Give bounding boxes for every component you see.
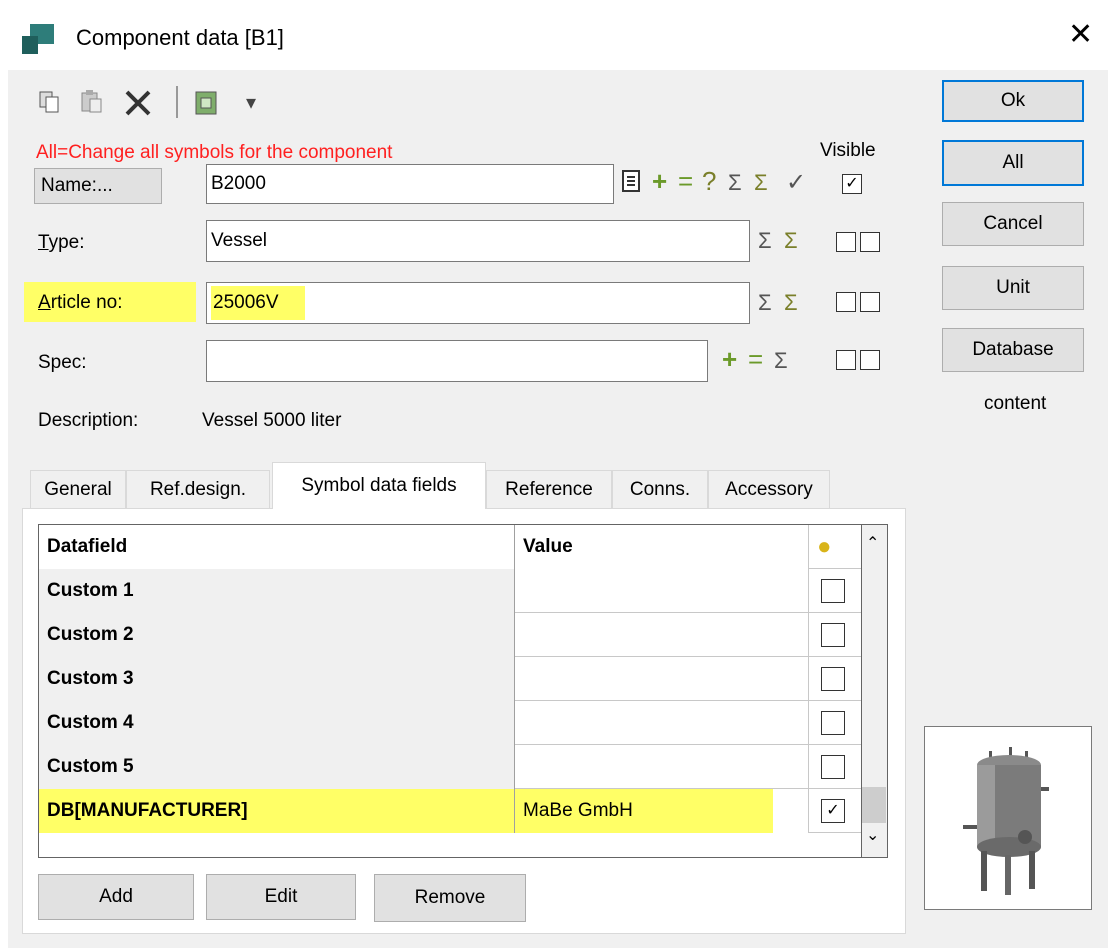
unit-button[interactable]: Unit <box>942 266 1084 310</box>
tab-symbol-data-fields[interactable]: Symbol data fields <box>272 462 486 509</box>
list-icon[interactable] <box>620 168 642 202</box>
header-value[interactable]: Value <box>515 525 809 569</box>
scroll-thumb[interactable] <box>862 787 886 823</box>
row-value[interactable] <box>515 613 809 657</box>
lightbulb-icon: ● <box>817 533 832 560</box>
row-value[interactable]: MaBe GmbH <box>515 789 809 833</box>
tab-reference[interactable]: Reference <box>486 470 612 508</box>
row-field: Custom 5 <box>39 745 515 789</box>
all-button[interactable]: All <box>942 140 1084 186</box>
tab-accessory[interactable]: Accessory <box>708 470 830 508</box>
table-row[interactable]: Custom 4 <box>39 701 861 745</box>
database-button[interactable]: Database <box>942 328 1084 372</box>
type-sum-check-icon[interactable]: Σ <box>784 226 798 256</box>
name-visible-checkbox[interactable]: ✓ <box>842 174 862 194</box>
spec-minus-icon[interactable]: = <box>748 344 763 374</box>
spec-checkbox-1[interactable] <box>836 350 856 370</box>
datafield-grid: Datafield Value ● Custom 1 Custom 2 Cust… <box>38 524 862 858</box>
tab-ref-design[interactable]: Ref.design. <box>126 470 270 508</box>
row-checkbox[interactable] <box>821 755 845 779</box>
toolbar-separator <box>176 86 178 118</box>
row-field: Custom 3 <box>39 657 515 701</box>
row-value[interactable] <box>515 657 809 701</box>
tab-general[interactable]: General <box>30 470 126 508</box>
table-row[interactable]: Custom 2 <box>39 613 861 657</box>
description-value: Vessel 5000 liter <box>202 410 342 431</box>
paste-icon[interactable] <box>78 88 106 118</box>
app-icon <box>20 22 60 56</box>
check-icon: ✓ <box>786 169 807 196</box>
table-row[interactable]: Custom 1 <box>39 569 861 613</box>
close-icon[interactable]: ✕ <box>1068 20 1093 50</box>
change-all-hint: All=Change all symbols for the component <box>36 142 393 163</box>
type-checkbox-2[interactable] <box>860 232 880 252</box>
row-field: Custom 1 <box>39 569 515 613</box>
remove-button[interactable]: Remove <box>374 874 526 922</box>
table-row[interactable]: DB[MANUFACTURER] MaBe GmbH ✓ <box>39 789 861 833</box>
minus-icon[interactable]: = <box>678 166 693 196</box>
help-icon[interactable]: ? <box>702 166 716 196</box>
article-sum-check-icon[interactable]: Σ <box>784 288 798 318</box>
row-checkbox[interactable]: ✓ <box>821 799 845 823</box>
spec-add-icon[interactable]: + <box>722 344 737 374</box>
row-value[interactable] <box>515 701 809 745</box>
header-datafield[interactable]: Datafield <box>39 525 515 569</box>
row-checkbox[interactable] <box>821 711 845 735</box>
row-value[interactable] <box>515 745 809 789</box>
row-checkbox[interactable] <box>821 667 845 691</box>
edit-button[interactable]: Edit <box>206 874 356 920</box>
row-checkbox[interactable] <box>821 579 845 603</box>
ok-button[interactable]: Ok <box>942 80 1084 122</box>
spec-sum-icon[interactable]: Σ <box>774 346 788 376</box>
row-checkbox[interactable] <box>821 623 845 647</box>
article-sum-icon[interactable]: Σ <box>758 288 772 318</box>
database-content-label: content <box>984 393 1047 414</box>
spec-field[interactable] <box>206 340 708 382</box>
sum-check-icon[interactable]: Σ <box>754 168 768 198</box>
name-button[interactable]: Name:... <box>34 168 162 204</box>
description-label: Description: <box>38 410 139 431</box>
article-field[interactable]: 25006V <box>206 282 750 324</box>
article-checkbox-2[interactable] <box>860 292 880 312</box>
type-sum-icon[interactable]: Σ <box>758 226 772 256</box>
row-field: Custom 2 <box>39 613 515 657</box>
grid-header: Datafield Value ● <box>39 525 861 569</box>
sum-icon[interactable]: Σ <box>728 168 742 198</box>
scroll-up-icon[interactable]: ⌃ <box>866 533 879 553</box>
row-field: Custom 4 <box>39 701 515 745</box>
symbol-preview <box>924 726 1092 910</box>
vessel-image <box>963 747 1049 895</box>
dropdown-arrow-icon[interactable]: ▾ <box>246 88 256 118</box>
add-icon[interactable]: + <box>652 166 667 196</box>
row-value[interactable] <box>515 569 809 613</box>
grid-scrollbar[interactable]: ⌃ ⌄ <box>862 524 888 858</box>
scroll-down-icon[interactable]: ⌄ <box>866 825 879 845</box>
spec-label: Spec: <box>38 352 87 373</box>
database-icon[interactable] <box>192 88 222 118</box>
cancel-button[interactable]: Cancel <box>942 202 1084 246</box>
article-label: Article no: <box>38 292 123 313</box>
spec-checkbox-2[interactable] <box>860 350 880 370</box>
visible-label: Visible <box>820 140 876 161</box>
name-field[interactable]: B2000 <box>206 164 614 204</box>
type-label: Type: <box>38 232 85 253</box>
tab-conns[interactable]: Conns. <box>612 470 708 508</box>
add-button[interactable]: Add <box>38 874 194 920</box>
table-row[interactable]: Custom 3 <box>39 657 861 701</box>
row-field: DB[MANUFACTURER] <box>39 789 515 833</box>
window-title: Component data [B1] <box>76 25 284 50</box>
article-checkbox-1[interactable] <box>836 292 856 312</box>
delete-icon[interactable] <box>122 88 154 118</box>
copy-icon[interactable] <box>36 88 64 118</box>
table-row[interactable]: Custom 5 <box>39 745 861 789</box>
article-value: 25006V <box>211 286 305 320</box>
type-field[interactable]: Vessel <box>206 220 750 262</box>
type-checkbox-1[interactable] <box>836 232 856 252</box>
